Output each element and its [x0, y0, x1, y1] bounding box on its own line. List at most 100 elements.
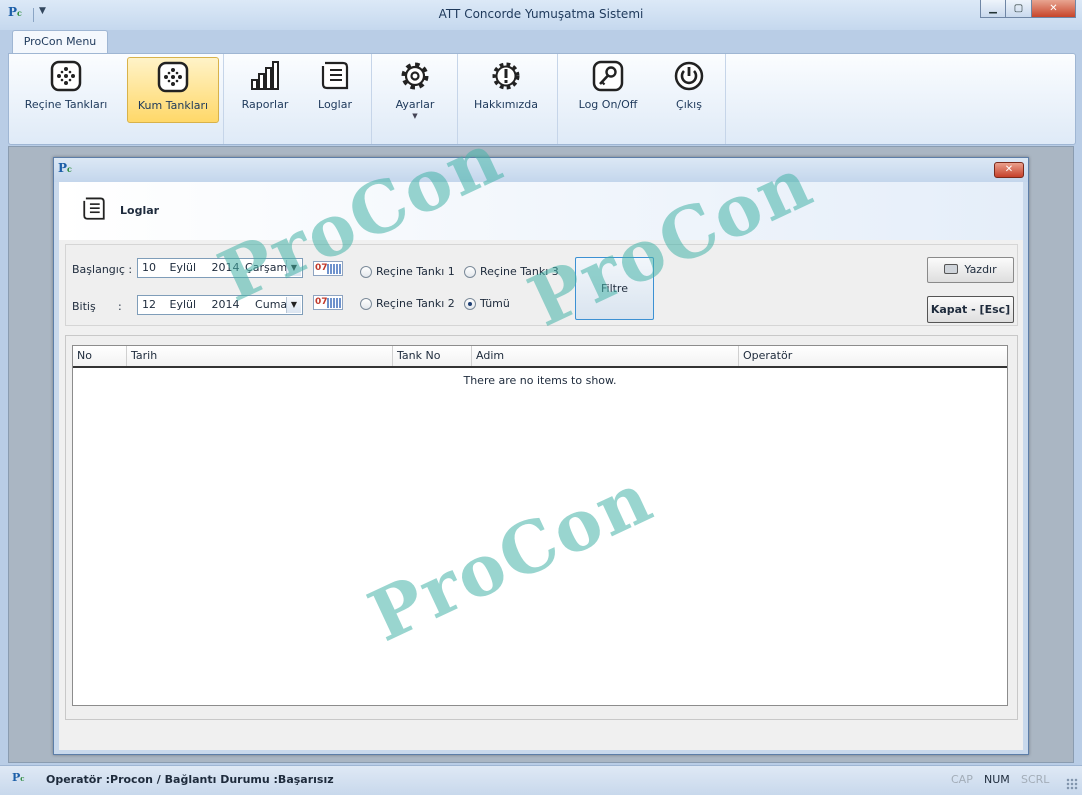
column-header-tarih[interactable]: Tarih	[126, 346, 392, 366]
column-header-tank-no[interactable]: Tank No	[392, 346, 471, 366]
list-header: No Tarih Tank No Adim Operatör	[73, 346, 1007, 368]
filtre-button[interactable]: Filtre	[575, 257, 654, 320]
calendar-icon	[327, 298, 341, 308]
yazdir-label: Yazdır	[964, 263, 997, 276]
radio-label: Reçine Tankı 3	[480, 265, 559, 278]
loglar-label: Loglar	[318, 98, 352, 111]
log-scroll-icon	[83, 197, 105, 220]
recine-tanklari-button[interactable]: Reçine Tankları	[19, 57, 113, 123]
start-date-label: Başlangıç :	[72, 263, 133, 276]
end-date-colon: :	[118, 300, 122, 313]
ribbon-group-separator	[725, 54, 726, 144]
caps-lock-indicator: CAP	[951, 773, 973, 786]
end-month: Eylül	[169, 298, 197, 311]
radio-recine-tanki-3[interactable]: Reçine Tankı 3	[464, 265, 559, 278]
dialog-header: Loglar	[59, 182, 1023, 240]
end-day: 12	[142, 298, 156, 311]
status-text: Operatör :Procon / Bağlantı Durumu :Başa…	[46, 773, 334, 786]
log-on-off-label: Log On/Off	[578, 98, 638, 111]
filter-panel: Başlangıç : 10 Eylül 2014 Çarşamba ▼ 07 …	[65, 244, 1018, 326]
status-bar: Pc Operatör :Procon / Bağlantı Durumu :B…	[0, 765, 1082, 795]
radio-circle-icon	[464, 265, 476, 278]
radio-recine-tanki-2[interactable]: Reçine Tankı 2	[360, 297, 455, 310]
main-title-bar: Pc ▼ ATT Concorde Yumuşatma Sistemi ▁ ▢ …	[0, 0, 1082, 30]
scroll-lock-indicator: SCRL	[1021, 773, 1050, 786]
kum-tanklari-label: Kum Tankları	[137, 99, 209, 112]
start-date-picker[interactable]: 10 Eylül 2014 Çarşamba ▼	[137, 258, 303, 278]
radio-label: Tümü	[480, 297, 510, 310]
resize-grip-icon[interactable]	[1066, 778, 1078, 790]
minimize-icon: ▁	[989, 3, 997, 14]
chevron-down-icon[interactable]: ▼	[383, 112, 447, 120]
radio-circle-icon	[360, 265, 372, 278]
radio-selected-icon	[464, 297, 476, 310]
start-year: 2014	[211, 261, 240, 274]
tank-icon	[157, 61, 189, 93]
loglar-button[interactable]: Loglar	[305, 57, 365, 123]
kapat-button[interactable]: Kapat - [Esc]	[927, 296, 1014, 323]
cikis-label: Çıkış	[676, 98, 702, 111]
end-calendar-button[interactable]: 07	[313, 295, 343, 310]
key-icon	[592, 60, 624, 92]
calendar-icon-day: 07	[315, 297, 328, 307]
log-scroll-icon	[321, 61, 349, 90]
radio-recine-tanki-1[interactable]: Reçine Tankı 1	[360, 265, 455, 278]
chevron-down-icon[interactable]: ▼	[286, 260, 301, 276]
kum-tanklari-button[interactable]: Kum Tankları	[127, 57, 219, 123]
window-controls: ▁ ▢ ✕	[980, 0, 1076, 18]
ribbon: Reçine Tankları Kum Tankları Raporlar Lo…	[8, 53, 1076, 145]
printer-icon	[944, 264, 959, 274]
info-badge-icon	[492, 62, 520, 90]
close-window-button[interactable]: ✕	[1032, 0, 1076, 18]
end-year: 2014	[211, 298, 240, 311]
restore-icon: ▢	[1013, 3, 1024, 14]
ribbon-group-separator	[457, 54, 458, 144]
end-date-label: Bitiş	[72, 300, 96, 313]
column-header-no[interactable]: No	[73, 346, 126, 366]
loglar-dialog: Pc ✕ Loglar Başlangıç : 10 Eylül 2014 Ça…	[53, 157, 1029, 755]
cikis-button[interactable]: Çıkış	[659, 57, 719, 123]
ribbon-group-separator	[557, 54, 558, 144]
num-lock-indicator: NUM	[984, 773, 1010, 786]
calendar-icon	[327, 264, 341, 274]
end-weekday: Cuma	[255, 298, 288, 311]
procon-app-icon: Pc	[58, 161, 72, 175]
column-header-adim[interactable]: Adim	[471, 346, 738, 366]
column-header-operator[interactable]: Operatör	[738, 346, 1007, 366]
dialog-title-bar[interactable]: Pc ✕	[54, 158, 1028, 182]
ribbon-group-separator	[223, 54, 224, 144]
chart-bars-icon	[251, 61, 279, 90]
maximize-button[interactable]: ▢	[1006, 0, 1032, 18]
raporlar-label: Raporlar	[241, 98, 289, 111]
start-calendar-button[interactable]: 07	[313, 261, 343, 276]
raporlar-button[interactable]: Raporlar	[233, 57, 297, 123]
ayarlar-button[interactable]: Ayarlar ▼	[383, 57, 447, 123]
ribbon-tab-procon-menu[interactable]: ProCon Menu	[12, 30, 108, 54]
empty-list-message: There are no items to show.	[463, 374, 617, 387]
recine-tanklari-label: Reçine Tankları	[24, 98, 108, 111]
log-list-view[interactable]: No Tarih Tank No Adim Operatör There are…	[72, 345, 1008, 706]
end-date-picker[interactable]: 12 Eylül 2014 Cuma ▼	[137, 295, 303, 315]
radio-tumu[interactable]: Tümü	[464, 297, 510, 310]
procon-app-icon: Pc	[12, 771, 25, 784]
ayarlar-label: Ayarlar	[395, 98, 435, 111]
tank-icon	[50, 60, 82, 92]
window-title: ATT Concorde Yumuşatma Sistemi	[438, 7, 644, 21]
ribbon-group-separator	[371, 54, 372, 144]
chevron-down-icon[interactable]: ▼	[286, 297, 301, 313]
close-icon: ✕	[1004, 164, 1014, 175]
gear-icon	[401, 62, 429, 90]
start-month: Eylül	[169, 261, 197, 274]
dialog-close-button[interactable]: ✕	[994, 162, 1024, 178]
calendar-icon-day: 07	[315, 263, 328, 273]
hakkimizda-button[interactable]: Hakkımızda	[469, 57, 543, 123]
hakkimizda-label: Hakkımızda	[473, 98, 539, 111]
minimize-button[interactable]: ▁	[980, 0, 1006, 18]
start-day: 10	[142, 261, 156, 274]
close-icon: ✕	[1049, 3, 1058, 14]
dialog-header-title: Loglar	[120, 204, 160, 217]
radio-circle-icon	[360, 297, 372, 310]
radio-label: Reçine Tankı 1	[376, 265, 455, 278]
yazdir-button[interactable]: Yazdır	[927, 257, 1014, 283]
log-on-off-button[interactable]: Log On/Off	[571, 57, 645, 123]
